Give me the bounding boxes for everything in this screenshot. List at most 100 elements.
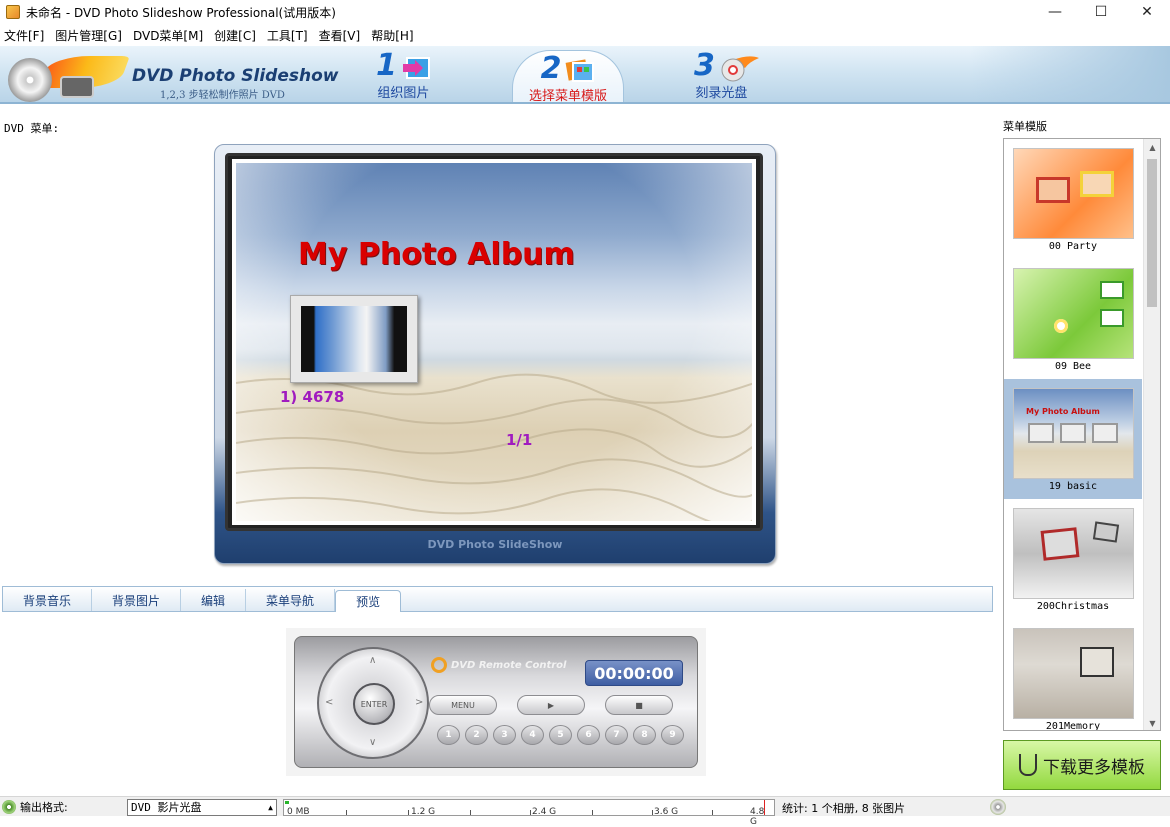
output-format-icon	[2, 799, 16, 814]
menu-bar: 文件[F] 图片管理[G] DVD菜单[M] 创建[C] 工具[T] 查看[V]…	[0, 24, 1170, 46]
download-label: 下载更多模板	[1043, 757, 1145, 778]
menu-button[interactable]: MENU	[429, 695, 497, 715]
template-thumbnail	[1013, 628, 1134, 719]
step-number: 3	[694, 48, 715, 83]
step-choose-template[interactable]: 2 选择菜单模版	[512, 50, 625, 104]
menu-create[interactable]: 创建[C]	[210, 27, 263, 44]
disc-status-icon	[990, 799, 1006, 815]
step-number: 2	[540, 51, 562, 86]
stop-button[interactable]: ■	[605, 695, 673, 715]
window-title: 未命名 - DVD Photo Slideshow Professional(试…	[26, 5, 336, 20]
template-item[interactable]: 201Memory	[1004, 619, 1142, 730]
thumbnail-image	[301, 306, 407, 372]
menu-help[interactable]: 帮助[H]	[367, 27, 420, 44]
num-button-3[interactable]: 3	[493, 725, 516, 745]
minimize-icon[interactable]: —	[1032, 0, 1078, 24]
capacity-used-bar	[285, 801, 289, 804]
preview-screen: My Photo Album 1) 4678 1/1	[225, 153, 763, 531]
close-icon[interactable]: ✕	[1124, 0, 1170, 24]
play-button[interactable]: ▶	[517, 695, 585, 715]
tab-background-music[interactable]: 背景音乐	[3, 589, 93, 611]
step-label: 组织图片	[377, 86, 430, 101]
num-button-6[interactable]: 6	[577, 725, 600, 745]
template-name: 19 basic	[1048, 481, 1098, 492]
ruler-mark: 4.8 G	[750, 807, 765, 827]
template-thumbnail: My Photo Album	[1013, 388, 1134, 479]
right-arrow-icon[interactable]: >	[415, 697, 423, 708]
num-button-4[interactable]: 4	[521, 725, 544, 745]
template-thumbnail	[1013, 268, 1134, 359]
template-list-label: 菜单模版	[1003, 120, 1047, 133]
scroll-up-icon[interactable]: ▲	[1144, 139, 1160, 156]
burn-disc-icon	[719, 54, 759, 82]
beach-background-image: My Photo Album 1) 4678 1/1	[232, 159, 756, 525]
menu-dvd-menu[interactable]: DVD菜单[M]	[129, 27, 210, 44]
capacity-limit-marker	[764, 800, 765, 815]
template-thumbnail	[1013, 508, 1134, 599]
direction-pad[interactable]: ∧ ∨ < > ENTER	[317, 647, 429, 759]
dropdown-arrow-icon[interactable]: ▲	[268, 800, 273, 815]
tab-menu-navigation[interactable]: 菜单导航	[246, 589, 336, 611]
step-banner: DVD Photo Slideshow 1,2,3 步轻松制作照片 DVD 1 …	[0, 46, 1170, 104]
template-name: 00 Party	[1048, 241, 1098, 252]
num-button-7[interactable]: 7	[605, 725, 628, 745]
menu-tools[interactable]: 工具[T]	[263, 27, 315, 44]
scroll-down-icon[interactable]: ▼	[1144, 715, 1160, 730]
tab-preview[interactable]: 预览	[335, 590, 402, 612]
remote-logo-icon	[431, 657, 447, 673]
template-name: 200Christmas	[1036, 601, 1110, 612]
album-thumbnail[interactable]	[290, 295, 418, 383]
output-format-select[interactable]: DVD 影片光盘 ▲	[127, 799, 277, 816]
title-bar: 未命名 - DVD Photo Slideshow Professional(试…	[0, 0, 1170, 24]
output-format-label: 输出格式:	[20, 800, 68, 814]
frame-caption: DVD Photo SlideShow	[427, 538, 563, 551]
up-arrow-icon[interactable]: ∧	[369, 655, 376, 666]
num-button-9[interactable]: 9	[661, 725, 684, 745]
page-indicator: 1/1	[506, 431, 533, 449]
step-label: 选择菜单模版	[529, 89, 608, 104]
step-burn[interactable]: 3 刻录光盘	[694, 48, 759, 101]
down-arrow-icon[interactable]: ∨	[369, 737, 376, 748]
template-item[interactable]: 00 Party	[1004, 139, 1142, 259]
num-button-2[interactable]: 2	[465, 725, 488, 745]
num-button-1[interactable]: 1	[437, 725, 460, 745]
remote-brand-text: DVD Remote Control	[451, 659, 567, 671]
timer-display: 00:00:00	[585, 660, 683, 686]
left-arrow-icon[interactable]: <	[325, 697, 333, 708]
num-button-8[interactable]: 8	[633, 725, 656, 745]
step-label: 刻录光盘	[695, 86, 748, 101]
download-icon	[1019, 754, 1037, 776]
template-item[interactable]: 09 Bee	[1004, 259, 1142, 379]
enter-button[interactable]: ENTER	[353, 683, 395, 725]
banner-decoration	[970, 46, 1170, 102]
scroll-thumb[interactable]	[1147, 159, 1157, 307]
stats-text: 统计: 1 个相册, 8 张图片	[782, 802, 906, 815]
num-button-5[interactable]: 5	[549, 725, 572, 745]
photo-arrow-icon	[401, 54, 431, 82]
dvd-menu-preview: My Photo Album 1) 4678 1/1 DVD Photo Sli…	[214, 144, 776, 564]
album-title[interactable]: My Photo Album	[298, 237, 575, 272]
maximize-icon[interactable]: ☐	[1078, 0, 1124, 24]
album-item-label[interactable]: 1) 4678	[280, 388, 344, 406]
tab-edit[interactable]: 编辑	[181, 589, 247, 611]
disc-logo-icon	[8, 58, 52, 102]
template-scrollbar[interactable]: ▲ ▼	[1143, 139, 1160, 730]
tab-background-image[interactable]: 背景图片	[92, 589, 182, 611]
download-more-templates-button[interactable]: 下载更多模板	[1003, 740, 1161, 790]
template-item[interactable]: My Photo Album 19 basic	[1004, 379, 1142, 499]
template-name: 09 Bee	[1054, 361, 1092, 372]
brand-subtitle: 1,2,3 步轻松制作照片 DVD	[160, 90, 285, 101]
dvd-menu-label: DVD 菜单:	[4, 122, 60, 135]
tab-bar: 背景音乐 背景图片 编辑 菜单导航 预览	[2, 586, 993, 612]
step-organize[interactable]: 1 组织图片	[376, 50, 431, 101]
menu-image-manage[interactable]: 图片管理[G]	[51, 27, 129, 44]
menu-view[interactable]: 查看[V]	[315, 27, 368, 44]
status-bar: 输出格式: DVD 影片光盘 ▲ 0 MB 1.2 G 2.4 G 3.6 G …	[0, 796, 1170, 827]
template-item[interactable]: 200Christmas	[1004, 499, 1142, 619]
menu-file[interactable]: 文件[F]	[0, 27, 51, 44]
template-palette-icon	[565, 57, 595, 85]
dvd-remote-control: ∧ ∨ < > ENTER DVD Remote Control 00:00:0…	[286, 628, 706, 776]
remote-body: ∧ ∨ < > ENTER DVD Remote Control 00:00:0…	[294, 636, 698, 768]
template-list[interactable]: 00 Party 09 Bee My Photo Album 19 basic …	[1003, 138, 1161, 731]
brand-title: DVD Photo Slideshow	[132, 66, 339, 86]
